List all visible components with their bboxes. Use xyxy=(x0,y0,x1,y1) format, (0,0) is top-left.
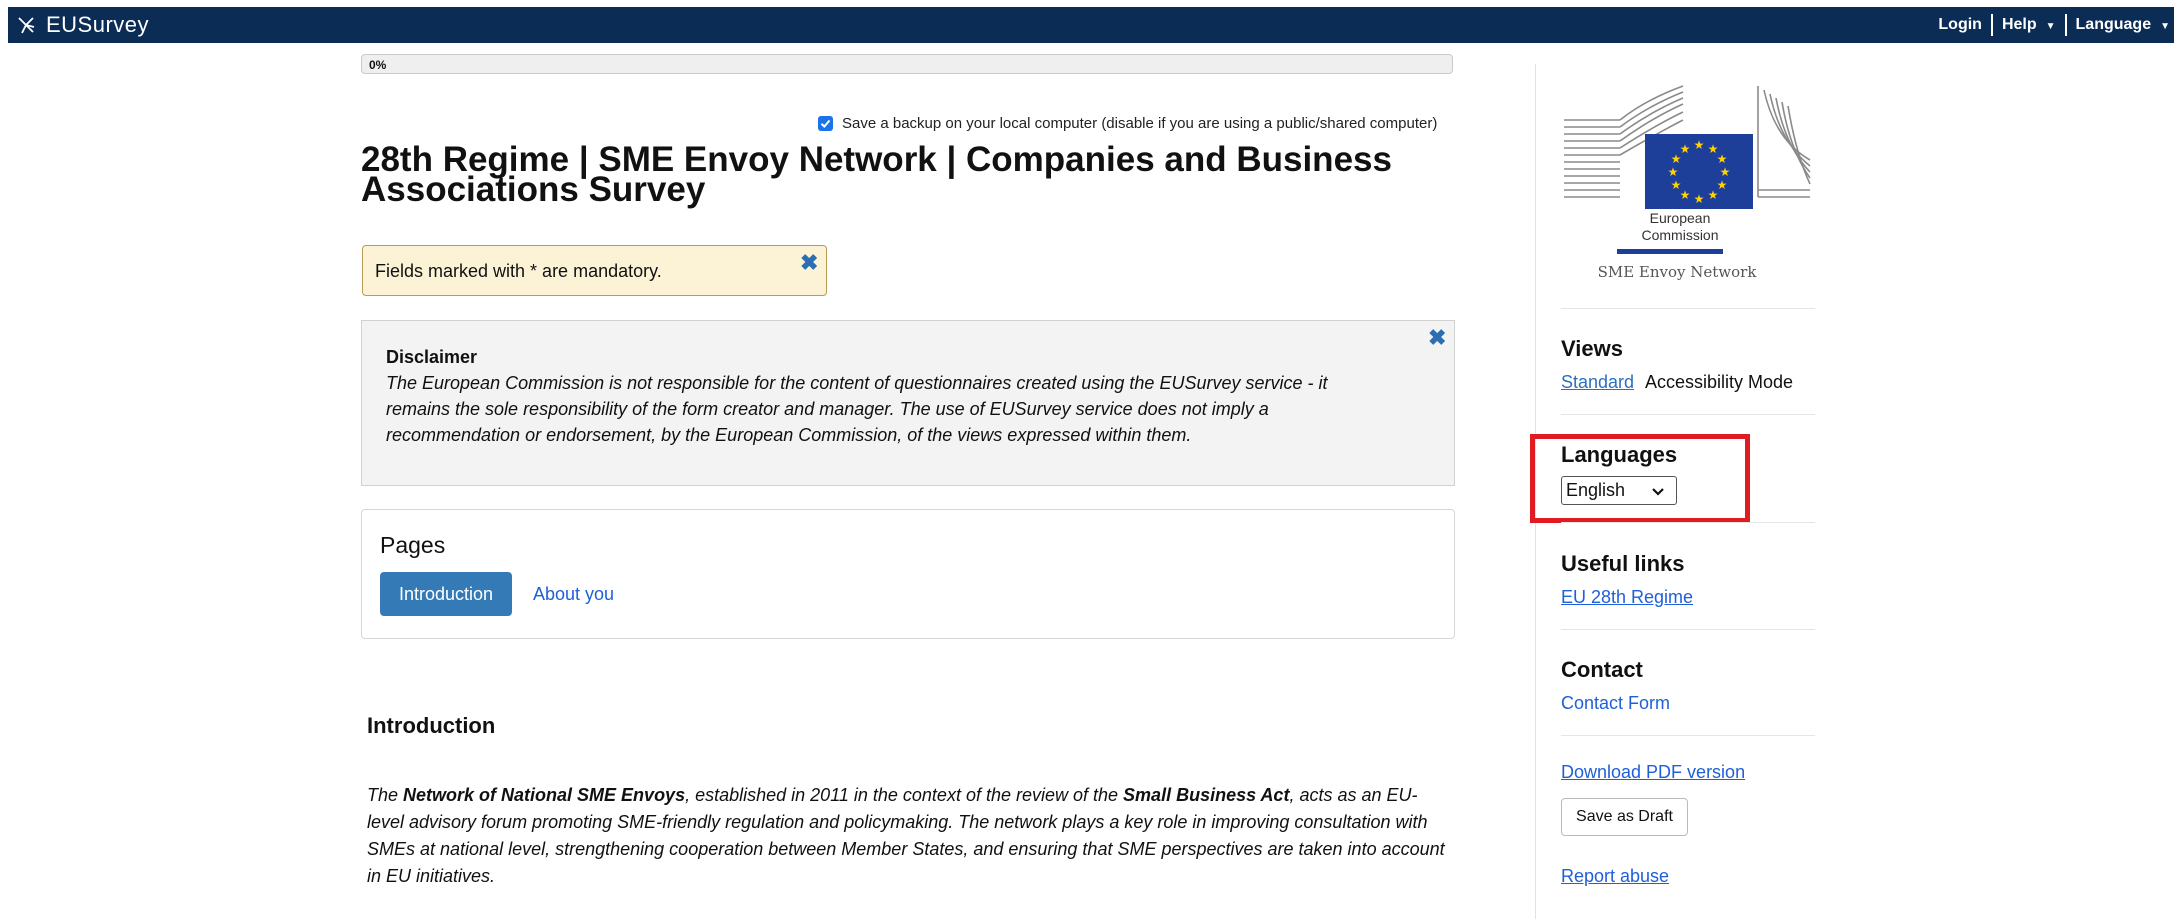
introduction-text: The Network of National SME Envoys, esta… xyxy=(367,782,1447,890)
logo-text-european: European xyxy=(1649,210,1711,226)
login-link[interactable]: Login xyxy=(1938,16,1982,34)
help-label: Help xyxy=(2001,16,2037,33)
backup-option: Save a backup on your local computer (di… xyxy=(818,115,1437,132)
nav-separator xyxy=(2064,14,2067,36)
views-title: Views xyxy=(1561,336,1623,361)
eusurvey-star-icon xyxy=(18,17,35,34)
logo-text-sme: SME Envoy Network xyxy=(1597,263,1757,281)
pages-panel: Pages Introduction About you xyxy=(361,509,1455,639)
svg-text:★: ★ xyxy=(1680,142,1691,156)
sidebar-divider xyxy=(1561,522,1815,523)
sidebar-divider xyxy=(1561,414,1815,415)
contact-form-link[interactable]: Contact Form xyxy=(1561,693,1670,714)
progress-text: 0% xyxy=(369,58,387,72)
svg-text:★: ★ xyxy=(1694,192,1705,206)
caret-down-icon: ▼ xyxy=(2045,21,2056,32)
svg-text:★: ★ xyxy=(1694,138,1705,152)
close-icon[interactable]: ✖ xyxy=(800,252,818,274)
intro-bold-network: Network of National SME Envoys xyxy=(403,785,686,805)
intro-bold-sba: Small Business Act xyxy=(1123,785,1290,805)
sidebar-divider xyxy=(1561,308,1815,309)
intro-text-part: The xyxy=(367,785,404,805)
contact-title: Contact xyxy=(1561,657,1643,682)
accessibility-mode-option[interactable]: Accessibility Mode xyxy=(1645,372,1793,393)
intro-text-part: , established in 2011 in the context of … xyxy=(685,785,1124,805)
check-icon xyxy=(820,119,831,128)
top-nav-links: Login Help ▼ Language ▼ xyxy=(1938,7,2174,43)
page-tab-introduction[interactable]: Introduction xyxy=(380,572,512,616)
report-abuse-link[interactable]: Report abuse xyxy=(1561,866,1669,887)
section-title: Introduction xyxy=(367,713,496,738)
standard-view-link[interactable]: Standard xyxy=(1561,372,1634,393)
svg-text:★: ★ xyxy=(1720,165,1731,179)
sidebar-divider xyxy=(1561,629,1815,630)
mandatory-note: Fields marked with * are mandatory. ✖ xyxy=(362,245,827,296)
brand-name: EUSurvey xyxy=(46,12,150,37)
mandatory-note-text: Fields marked with * are mandatory. xyxy=(375,261,662,281)
languages-highlight-box xyxy=(1530,434,1750,523)
language-label: Language xyxy=(2075,16,2152,33)
svg-text:★: ★ xyxy=(1717,152,1728,166)
eusurvey-logo[interactable]: EUSurvey xyxy=(16,7,149,43)
language-menu[interactable]: Language ▼ xyxy=(2076,16,2174,34)
svg-text:★: ★ xyxy=(1708,188,1719,202)
disclaimer-body: The European Commission is not responsib… xyxy=(386,373,1328,445)
nav-separator xyxy=(1990,14,1993,36)
disclaimer-title: Disclaimer xyxy=(386,347,478,367)
logo-text-commission: Commission xyxy=(1641,227,1719,243)
page-tab-about-you[interactable]: About you xyxy=(533,584,614,605)
download-pdf-link[interactable]: Download PDF version xyxy=(1561,762,1745,783)
disclaimer-box: Disclaimer The European Commission is no… xyxy=(361,320,1455,486)
useful-links-title: Useful links xyxy=(1561,551,1685,576)
sidebar-divider xyxy=(1561,735,1815,736)
survey-title: 28th Regime | SME Envoy Network | Compan… xyxy=(361,140,1392,209)
save-as-draft-button[interactable]: Save as Draft xyxy=(1561,798,1688,836)
ec-logo-graphic: ★ ★★★ ★★★★ ★★★★ xyxy=(1564,85,1811,209)
caret-down-icon: ▼ xyxy=(2160,21,2170,32)
logo-underline xyxy=(1617,249,1723,254)
pages-title: Pages xyxy=(380,532,446,558)
svg-text:★: ★ xyxy=(1671,178,1682,192)
close-icon[interactable]: ✖ xyxy=(1428,327,1446,349)
top-navbar: EUSurvey Login Help ▼ Language ▼ xyxy=(8,7,2174,43)
help-menu[interactable]: Help ▼ xyxy=(2002,16,2056,34)
svg-text:★: ★ xyxy=(1668,165,1679,179)
eu-28th-regime-link[interactable]: EU 28th Regime xyxy=(1561,587,1693,608)
backup-label: Save a backup on your local computer (di… xyxy=(842,115,1438,132)
backup-checkbox[interactable] xyxy=(818,116,833,131)
progress-bar: 0% xyxy=(361,54,1453,74)
european-commission-logo: ★ ★ ★ ★ ★ ★ ★ ★ ★ ★ ★ ★ European Commission SME E… xyxy=(1560,80,1820,285)
